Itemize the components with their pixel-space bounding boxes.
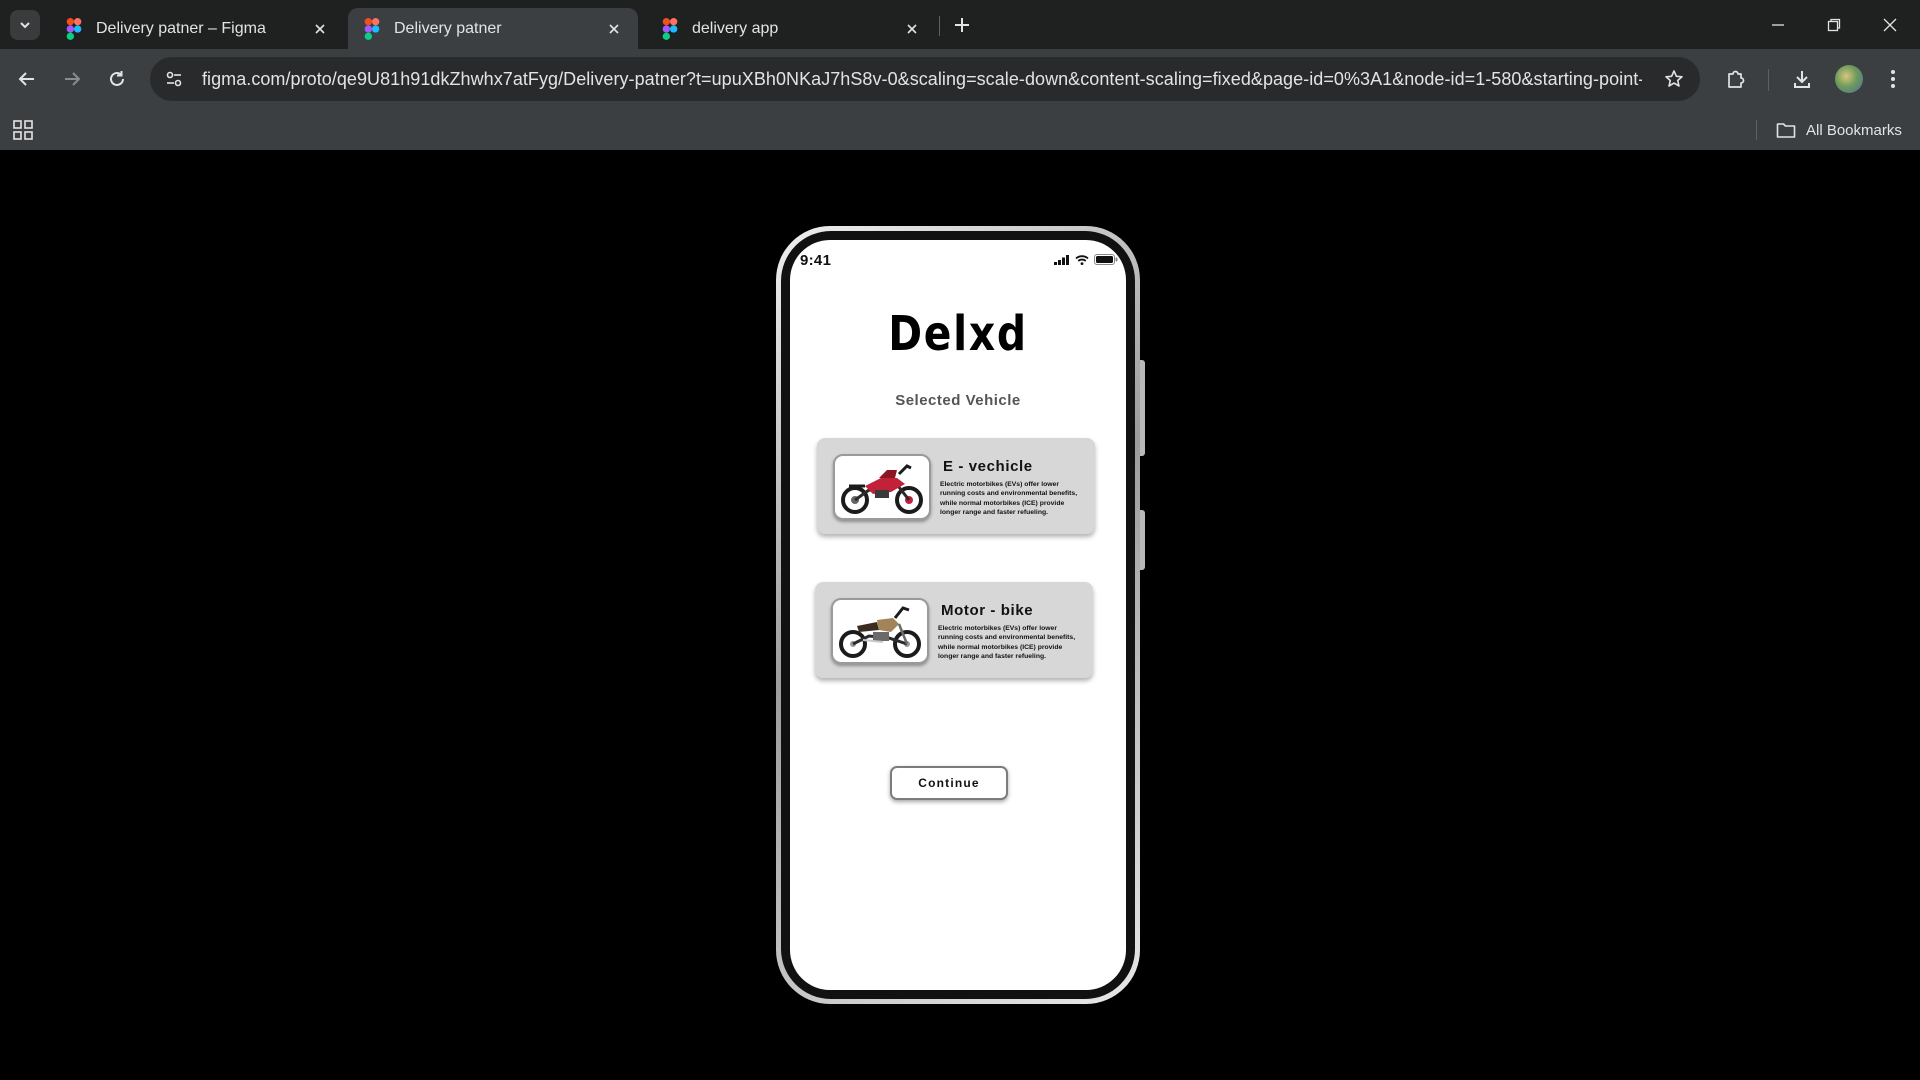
bookmarks-divider [1756,120,1757,140]
chevron-down-icon [20,22,30,29]
electric-motorbike-icon [841,464,923,514]
figma-icon [364,17,380,40]
all-bookmarks-label: All Bookmarks [1806,121,1902,139]
restore-button[interactable] [1806,0,1862,49]
browser-tab-bar: Delivery patner – Figma Delivery patner … [0,0,1920,49]
apps-grid-icon[interactable] [12,119,34,141]
url-text[interactable]: figma.com/proto/qe9U81h91dkZhwhx7atFyg/D… [202,69,1642,90]
page-subtitle: Selected Vehicle [895,392,1021,409]
status-icons [1054,254,1118,265]
forward-button[interactable] [55,62,89,96]
tab-label: Delivery patner – Figma [96,19,266,37]
close-window-button[interactable] [1862,0,1918,49]
browser-toolbar: figma.com/proto/qe9U81h91dkZhwhx7atFyg/D… [0,49,1920,110]
site-settings-icon[interactable] [158,63,190,95]
figma-icon [662,17,678,40]
bookmarks-bar: All Bookmarks [0,110,1920,150]
vehicle-image [833,454,931,520]
signal-icon [1054,254,1069,265]
profile-avatar[interactable] [1835,65,1863,93]
close-tab-icon[interactable] [604,19,624,39]
address-bar[interactable]: figma.com/proto/qe9U81h91dkZhwhx7atFyg/D… [150,57,1700,101]
tab-delivery-patner[interactable]: Delivery patner [348,8,638,49]
all-bookmarks-button[interactable]: All Bookmarks [1776,116,1902,144]
battery-icon [1094,254,1118,265]
close-icon [1883,18,1897,31]
downloads-button[interactable] [1785,62,1819,96]
arrow-left-icon [18,72,34,86]
phone-bezel: 9:41 Delxd Selected Vehicle E - vechicle… [781,231,1135,999]
toolbar-divider [1768,69,1769,91]
brand-logo: Delxd [888,306,1028,362]
arrow-right-icon [65,72,81,86]
motorbike-icon [839,606,921,658]
reload-button[interactable] [100,62,134,96]
close-tab-icon[interactable] [310,19,330,39]
tab-label: delivery app [692,19,779,37]
bookmark-star-icon[interactable] [1660,65,1688,93]
vehicle-card-e-vehicle[interactable]: E - vechicle Electric motorbikes (EVs) o… [817,438,1095,534]
vehicle-title: E - vechicle [943,458,1033,475]
tab-label: Delivery patner [394,19,502,37]
extensions-button[interactable] [1719,62,1753,96]
continue-button[interactable]: Continue [890,766,1008,800]
vehicle-title: Motor - bike [941,602,1034,619]
plus-icon [955,18,969,32]
reload-icon [110,71,124,86]
minimize-button[interactable] [1750,0,1806,49]
figma-icon [66,17,82,40]
back-button[interactable] [10,62,44,96]
close-tab-icon[interactable] [902,19,922,39]
phone-frame: 9:41 Delxd Selected Vehicle E - vechicle… [776,226,1140,1004]
vehicle-image [831,598,929,664]
wifi-icon [1075,254,1089,265]
vehicle-description: Electric motorbikes (EVs) offer lower ru… [940,481,1078,517]
folder-icon [1776,123,1796,138]
minimize-icon [1772,23,1784,26]
phone-screen: 9:41 Delxd Selected Vehicle E - vechicle… [790,240,1126,990]
puzzle-icon [1728,70,1745,88]
tab-delivery-patner-figma[interactable]: Delivery patner – Figma [50,8,344,49]
restore-icon [1827,18,1841,31]
status-time: 9:41 [800,252,832,269]
browser-menu-button[interactable] [1876,62,1910,96]
download-icon [1794,71,1810,88]
vehicle-card-motor-bike[interactable]: Motor - bike Electric motorbikes (EVs) o… [815,582,1093,678]
vehicle-description: Electric motorbikes (EVs) offer lower ru… [938,625,1076,661]
tab-search-button[interactable] [10,10,40,40]
new-tab-button[interactable] [948,11,976,39]
tab-delivery-app[interactable]: delivery app [646,8,936,49]
kebab-menu-icon [1891,70,1895,88]
phone-side-button [1140,360,1145,456]
phone-side-button [1140,510,1145,570]
tab-divider [939,16,940,36]
